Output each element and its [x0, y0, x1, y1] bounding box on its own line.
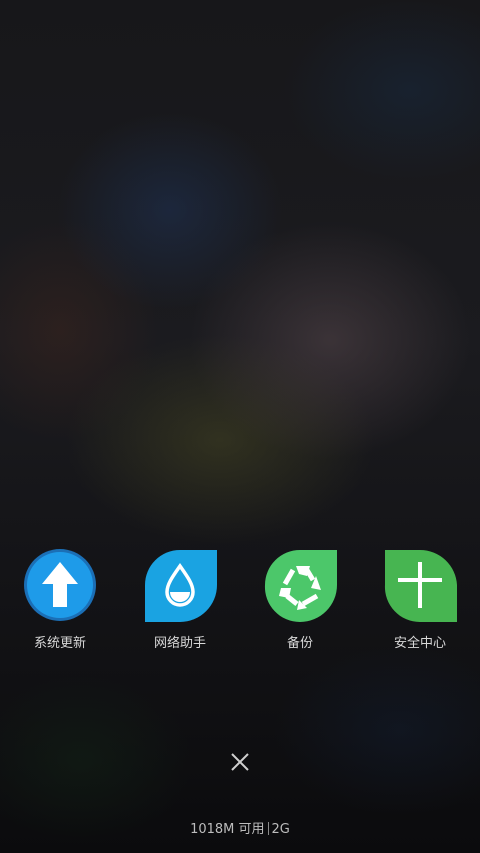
app-label: 备份	[286, 636, 313, 651]
status-divider	[267, 822, 269, 835]
memory-available-text: 1018M 可用	[190, 822, 265, 837]
plus-icon	[384, 549, 457, 622]
network-type-text: 2G	[271, 822, 290, 837]
app-network-assistant[interactable]: 网络助手	[125, 548, 235, 658]
app-label: 安全中心	[393, 636, 446, 651]
arrow-up-icon	[24, 549, 96, 621]
app-system-update[interactable]: 系统更新	[5, 548, 115, 658]
app-label: 网络助手	[153, 636, 206, 651]
app-security-center[interactable]: 安全中心	[365, 548, 475, 658]
water-drop-icon	[145, 550, 217, 622]
memory-status-bar: 1018M 可用 2G	[0, 818, 480, 837]
app-backup[interactable]: 备份	[245, 548, 355, 658]
close-button[interactable]	[224, 746, 256, 778]
app-label: 系统更新	[33, 636, 86, 651]
quick-apps-row: 系统更新 网络助手 备份 安全中心	[0, 548, 480, 658]
close-icon	[231, 753, 249, 771]
recycle-icon	[264, 550, 337, 622]
blurred-wallpaper-background	[0, 0, 480, 853]
